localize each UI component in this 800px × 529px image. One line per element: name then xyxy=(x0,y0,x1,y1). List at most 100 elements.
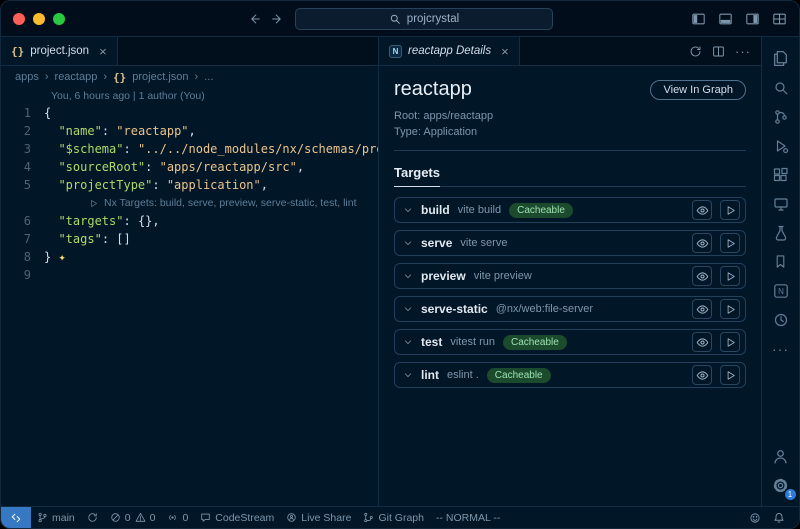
extensions-icon xyxy=(773,167,789,183)
target-name: preview xyxy=(421,269,466,283)
run-target-button[interactable] xyxy=(720,332,740,352)
eye-icon xyxy=(696,303,709,316)
customize-layout-button[interactable] xyxy=(772,12,787,26)
vim-mode-indicator[interactable]: -- NORMAL -- xyxy=(430,507,506,528)
source-control-button[interactable] xyxy=(762,102,800,131)
run-target-button[interactable] xyxy=(720,233,740,253)
navigate-forward-button[interactable] xyxy=(271,12,285,26)
run-debug-button[interactable] xyxy=(762,131,800,160)
editor-actions: ··· xyxy=(679,37,761,65)
nx-targets-hint[interactable]: Nx Targets: build, serve, preview, serve… xyxy=(1,194,378,212)
code-line[interactable]: 7 "tags": [] xyxy=(1,230,378,248)
show-target-details-button[interactable] xyxy=(692,332,712,352)
line-number: 4 xyxy=(1,158,31,176)
code-line[interactable]: 8} ✦ xyxy=(1,248,378,266)
status-broadcast[interactable]: 0 xyxy=(161,507,194,528)
cacheable-badge: Cacheable xyxy=(509,203,573,218)
target-row-lint[interactable]: linteslint .Cacheable xyxy=(394,362,746,388)
show-target-details-button[interactable] xyxy=(692,266,712,286)
status-codestream[interactable]: CodeStream xyxy=(194,507,280,528)
tab-project-json[interactable]: {} project.json × xyxy=(1,37,118,65)
target-command: vite preview xyxy=(474,270,532,282)
target-row-test[interactable]: testvitest runCacheable xyxy=(394,329,746,355)
run-target-button[interactable] xyxy=(720,365,740,385)
show-target-details-button[interactable] xyxy=(692,200,712,220)
status-branch[interactable]: main xyxy=(31,507,81,528)
command-center-search[interactable]: projcrystal xyxy=(295,8,553,30)
explorer-button[interactable] xyxy=(762,44,800,73)
tab-reactapp-details[interactable]: N reactapp Details × xyxy=(379,37,520,65)
toggle-secondary-sidebar-button[interactable] xyxy=(745,12,760,26)
type-value: Application xyxy=(423,126,477,138)
more-actions-button[interactable]: ··· xyxy=(735,44,751,59)
status-sync[interactable] xyxy=(81,507,104,528)
breadcrumb-item-file[interactable]: project.json xyxy=(132,71,188,83)
run-target-button[interactable] xyxy=(720,299,740,319)
bookmarks-button[interactable] xyxy=(762,247,800,276)
close-tab-icon[interactable]: × xyxy=(99,44,107,59)
target-row-preview[interactable]: preview vite preview xyxy=(394,263,746,289)
code-line[interactable]: 4 "sourceRoot": "apps/reactapp/src", xyxy=(1,158,378,176)
target-row-build[interactable]: buildvite buildCacheable xyxy=(394,197,746,223)
status-git-graph[interactable]: Git Graph xyxy=(357,507,430,528)
code-line[interactable]: 6 "targets": {}, xyxy=(1,212,378,230)
toggle-sidebar-button[interactable] xyxy=(691,12,706,26)
cacheable-badge: Cacheable xyxy=(487,368,551,383)
minimize-window-button[interactable] xyxy=(33,13,45,25)
code-line[interactable]: 9 xyxy=(1,266,378,284)
show-target-details-button[interactable] xyxy=(692,299,712,319)
settings-button[interactable]: 1 xyxy=(762,471,800,500)
breadcrumb[interactable]: apps › reactapp › {} project.json › ... xyxy=(1,66,378,88)
code-line[interactable]: 2 "name": "reactapp", xyxy=(1,122,378,140)
feedback-button[interactable] xyxy=(743,507,767,528)
close-window-button[interactable] xyxy=(13,13,25,25)
target-row-serve[interactable]: servevite serve xyxy=(394,230,746,256)
remote-indicator[interactable] xyxy=(1,507,31,528)
chevron-down-icon xyxy=(403,205,413,215)
vim-mode-text: -- NORMAL -- xyxy=(436,512,500,524)
show-target-details-button[interactable] xyxy=(692,365,712,385)
project-title: reactapp xyxy=(394,78,472,101)
codelens-blame[interactable]: You, 6 hours ago | 1 author (You) xyxy=(1,89,378,104)
view-in-graph-button[interactable]: View In Graph xyxy=(650,80,746,100)
code-line[interactable]: 1{ xyxy=(1,104,378,122)
breadcrumb-item-apps[interactable]: apps xyxy=(15,71,39,83)
zoom-window-button[interactable] xyxy=(53,13,65,25)
split-editor-button[interactable] xyxy=(712,45,725,58)
additional-views-button[interactable]: ··· xyxy=(762,334,800,363)
close-tab-icon[interactable]: × xyxy=(501,44,509,59)
target-row-serve-static[interactable]: serve-static@nx/web:file-server xyxy=(394,296,746,322)
workbench: {} project.json × apps › reactapp › {} p… xyxy=(1,37,799,506)
line-number: 1 xyxy=(1,104,31,122)
code-line[interactable]: 5 "projectType": "application", xyxy=(1,176,378,194)
refresh-button[interactable] xyxy=(689,45,702,58)
status-live-share[interactable]: Live Share xyxy=(280,507,357,528)
play-icon xyxy=(725,304,736,315)
error-count: 0 xyxy=(125,512,131,524)
play-icon xyxy=(725,337,736,348)
extensions-button[interactable] xyxy=(762,160,800,189)
status-problems[interactable]: 0 0 xyxy=(104,507,162,528)
accounts-button[interactable] xyxy=(762,442,800,471)
show-target-details-button[interactable] xyxy=(692,233,712,253)
nx-console-button[interactable]: N xyxy=(762,276,800,305)
navigate-back-button[interactable] xyxy=(247,12,261,26)
code-editor[interactable]: You, 6 hours ago | 1 author (You)1{2 "na… xyxy=(1,88,378,506)
target-name: serve-static xyxy=(421,302,488,316)
code-line[interactable]: 3 "$schema": "../../node_modules/nx/sche… xyxy=(1,140,378,158)
notifications-button[interactable] xyxy=(767,507,791,528)
code-lines: You, 6 hours ago | 1 author (You)1{2 "na… xyxy=(1,89,378,284)
window-controls xyxy=(13,13,247,25)
run-target-button[interactable] xyxy=(720,266,740,286)
remote-explorer-button[interactable] xyxy=(762,189,800,218)
breadcrumb-item-reactapp[interactable]: reactapp xyxy=(55,71,98,83)
breadcrumb-item-symbol[interactable]: ... xyxy=(204,71,213,83)
search-button[interactable] xyxy=(762,73,800,102)
line-number: 9 xyxy=(1,266,31,284)
source-control-icon xyxy=(773,109,789,125)
run-target-button[interactable] xyxy=(720,200,740,220)
testing-button[interactable] xyxy=(762,218,800,247)
chevron-down-icon xyxy=(403,238,413,248)
timeline-button[interactable] xyxy=(762,305,800,334)
toggle-panel-button[interactable] xyxy=(718,12,733,26)
